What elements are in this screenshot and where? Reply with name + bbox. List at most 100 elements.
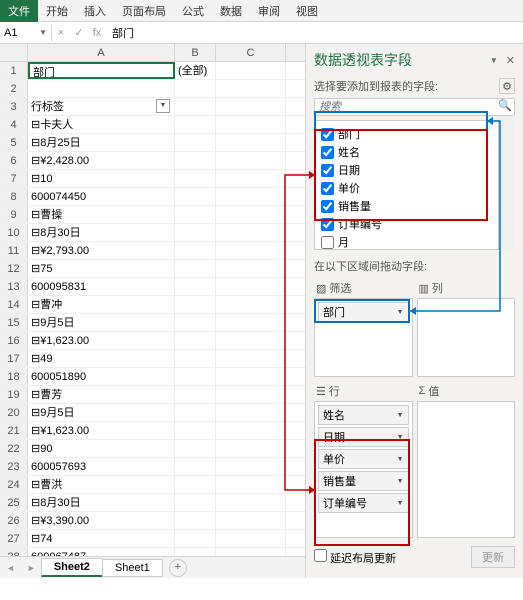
grid-row[interactable]: 27 ⊟74 [0,530,305,548]
select-all-corner[interactable] [0,44,28,61]
row-header[interactable]: 3 [0,98,28,115]
pill-dropdown-icon[interactable]: ▼ [397,309,404,316]
close-pane-icon[interactable]: ✕ [506,54,515,67]
field-item[interactable]: 日期 [319,161,494,179]
row-header[interactable]: 22 [0,440,28,457]
cell[interactable]: ⊟¥2,793.00 [28,242,175,259]
grid-row[interactable]: 13 600095831 [0,278,305,296]
gear-icon[interactable]: ⚙ [499,78,515,94]
cell[interactable]: ⊟10 [28,170,175,187]
field-list[interactable]: 部门姓名日期单价销售量订单编号月 [314,120,499,250]
field-checkbox[interactable] [321,182,334,195]
cell[interactable]: ⊟¥1,623.00 [28,422,175,439]
cell[interactable]: ⊟曹冲 [28,296,175,313]
cell[interactable]: ⊟75 [28,260,175,277]
pill-dropdown-icon[interactable]: ▼ [397,456,404,463]
cell[interactable]: ⊟¥3,390.00 [28,512,175,529]
grid-row[interactable]: 18 600051890 [0,368,305,386]
col-header-B[interactable]: B [175,44,216,61]
row-header[interactable]: 25 [0,494,28,511]
sheet-tab-active[interactable]: Sheet2 [41,558,103,577]
cell[interactable] [175,530,216,547]
grid-row[interactable]: 14⊟曹冲 [0,296,305,314]
cell[interactable]: ⊟49 [28,350,175,367]
cell[interactable] [216,98,286,115]
cell[interactable] [28,80,175,97]
cell[interactable]: ⊟曹洪 [28,476,175,493]
cell[interactable] [175,152,216,169]
grid-row[interactable]: 19⊟曹芳 [0,386,305,404]
grid-row[interactable]: 10 ⊟8月30日 [0,224,305,242]
cell[interactable] [216,404,286,421]
sheet-nav-prev-icon[interactable]: ◄ [0,563,21,573]
cell[interactable]: ⊟卡夫人 [28,116,175,133]
area-pill[interactable]: 部门▼ [318,302,409,322]
grid-row[interactable]: 28 600067487 [0,548,305,556]
row-header[interactable]: 17 [0,350,28,367]
field-item[interactable]: 销售量 [319,197,494,215]
cell[interactable]: 600051890 [28,368,175,385]
area-pill[interactable]: 订单编号▼ [318,493,409,513]
row-header[interactable]: 14 [0,296,28,313]
row-header[interactable]: 6 [0,152,28,169]
row-header[interactable]: 27 [0,530,28,547]
area-values[interactable]: Σ值 [417,381,516,538]
row-header[interactable]: 10 [0,224,28,241]
cell[interactable]: ⊟9月5日 [28,314,175,331]
row-header[interactable]: 28 [0,548,28,556]
grid-body[interactable]: 1部门(全部)▼23行标签▼4⊟卡夫人5 ⊟8月25日6 ⊟¥2,428.007… [0,62,305,556]
cell[interactable] [175,422,216,439]
defer-checkbox[interactable]: 延迟布局更新 [314,549,396,566]
area-pill[interactable]: 销售量▼ [318,471,409,491]
field-checkbox[interactable] [321,236,334,249]
field-item[interactable]: 单价 [319,179,494,197]
cell[interactable] [216,458,286,475]
area-columns[interactable]: ▥列 [417,278,516,377]
tab-insert[interactable]: 插入 [76,0,114,22]
cell[interactable] [175,476,216,493]
cell[interactable] [216,512,286,529]
cell[interactable]: ⊟¥2,428.00 [28,152,175,169]
tab-review[interactable]: 审阅 [250,0,288,22]
cell[interactable] [216,242,286,259]
pill-dropdown-icon[interactable]: ▼ [397,412,404,419]
cell[interactable] [216,134,286,151]
cell[interactable] [216,170,286,187]
row-header[interactable]: 12 [0,260,28,277]
row-header[interactable]: 13 [0,278,28,295]
name-box[interactable]: A1▼ [0,25,52,41]
grid-row[interactable]: 11 ⊟¥2,793.00 [0,242,305,260]
tab-formula[interactable]: 公式 [174,0,212,22]
grid-row[interactable]: 21 ⊟¥1,623.00 [0,422,305,440]
cell[interactable] [216,350,286,367]
cell[interactable] [216,476,286,493]
pill-dropdown-icon[interactable]: ▼ [397,500,404,507]
cell[interactable] [216,80,286,97]
field-checkbox[interactable] [321,128,334,141]
pane-dropdown-icon[interactable]: ▼ [490,56,498,65]
area-pill[interactable]: 单价▼ [318,449,409,469]
formula-content[interactable]: 部门 [106,25,140,41]
fx-icon[interactable]: fx [88,27,106,39]
row-header[interactable]: 2 [0,80,28,97]
row-header[interactable]: 4 [0,116,28,133]
cell[interactable]: ⊟74 [28,530,175,547]
field-item[interactable]: 订单编号 [319,215,494,233]
cell[interactable]: ⊟曹芳 [28,386,175,403]
cell[interactable] [175,170,216,187]
cell[interactable] [175,206,216,223]
cell[interactable]: 600074450 [28,188,175,205]
grid-row[interactable]: 7 ⊟10 [0,170,305,188]
cell[interactable] [175,350,216,367]
tab-home[interactable]: 开始 [38,0,76,22]
cell[interactable] [175,512,216,529]
col-header-A[interactable]: A [28,44,175,61]
grid-row[interactable]: 2 [0,80,305,98]
area-filter[interactable]: ▨筛选 部门▼ [314,278,413,377]
field-list-scrollbar[interactable] [499,120,515,250]
row-header[interactable]: 23 [0,458,28,475]
grid-row[interactable]: 8 600074450 [0,188,305,206]
cell[interactable] [216,548,286,556]
cell[interactable]: ⊟8月25日 [28,134,175,151]
cell[interactable] [216,530,286,547]
